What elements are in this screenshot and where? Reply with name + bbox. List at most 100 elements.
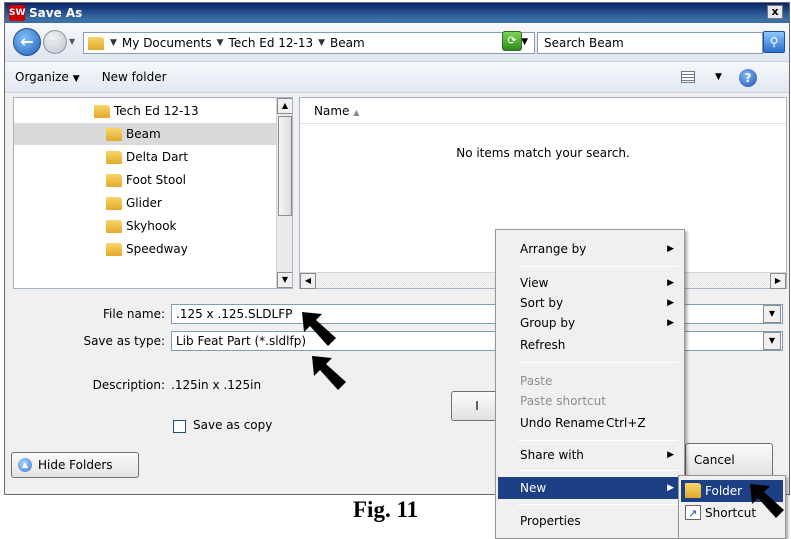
menu-item-label: New xyxy=(520,481,547,495)
chevron-right-icon[interactable]: ▼ xyxy=(217,38,224,48)
tree-item-beam[interactable]: Beam xyxy=(14,123,276,145)
shortcut-icon xyxy=(685,503,701,525)
menu-item-label: Paste xyxy=(520,374,553,388)
recent-pages-dropdown-icon[interactable]: ▼ xyxy=(69,37,75,46)
folder-icon xyxy=(685,483,701,498)
menu-item-label: Undo Rename xyxy=(520,416,605,430)
folder-icon xyxy=(106,242,122,256)
refresh-button[interactable]: ⟳ xyxy=(502,31,522,51)
hide-folders-label: Hide Folders xyxy=(38,458,113,472)
cropped-text-fragment xyxy=(60,0,400,2)
menu-item-view[interactable]: View ▶ xyxy=(498,272,682,294)
tree-item-delta-dart[interactable]: Delta Dart xyxy=(106,146,188,168)
new-folder-button[interactable]: New folder xyxy=(102,70,167,84)
save-button-label: I xyxy=(475,399,479,413)
description-value: .125in x .125in xyxy=(171,378,262,392)
search-input[interactable]: Search Beam xyxy=(537,32,763,54)
tree-item-label: Delta Dart xyxy=(126,150,189,164)
scroll-thumb[interactable] xyxy=(278,116,292,216)
command-bar: Organize ▼ New folder ▼ ? xyxy=(5,61,789,93)
submenu-arrow-icon: ▶ xyxy=(667,244,674,254)
menu-item-label: Arrange by xyxy=(520,242,587,256)
search-icon[interactable]: ⚲ xyxy=(763,31,785,53)
chevron-right-icon[interactable]: ▼ xyxy=(318,38,325,48)
annotation-arrow-icon xyxy=(312,356,346,390)
save-as-type-select[interactable]: Lib Feat Part (*.sldlfp) xyxy=(171,331,783,351)
cancel-label: Cancel xyxy=(694,453,735,467)
menu-separator xyxy=(518,504,678,505)
scroll-down-icon[interactable]: ▼ xyxy=(277,272,292,288)
annotation-arrow-icon xyxy=(750,484,784,518)
breadcrumb-my-documents[interactable]: My Documents xyxy=(122,36,212,50)
view-dropdown-icon[interactable]: ▼ xyxy=(715,72,722,82)
menu-item-group-by[interactable]: Group by ▶ xyxy=(498,312,682,334)
address-bar[interactable]: ▼ My Documents ▼ Tech Ed 12-13 ▼ Beam ▼ xyxy=(83,32,535,54)
close-button[interactable]: x xyxy=(767,5,783,19)
chevron-right-icon[interactable]: ▼ xyxy=(110,38,117,48)
menu-item-share-with[interactable]: Share with ▶ xyxy=(498,444,682,466)
menu-item-refresh[interactable]: Refresh xyxy=(498,334,682,356)
menu-separator xyxy=(518,470,678,471)
menu-item-properties[interactable]: Properties xyxy=(498,510,682,532)
title-bar[interactable]: SW Save As x xyxy=(5,3,789,23)
column-header-name[interactable]: Name ▲ xyxy=(300,98,786,124)
help-icon[interactable]: ? xyxy=(739,69,757,87)
folder-icon xyxy=(106,219,122,233)
menu-item-paste: Paste xyxy=(498,370,682,392)
menu-item-new[interactable]: New ▶ xyxy=(498,477,682,499)
tree-item-label: Glider xyxy=(126,196,162,210)
menu-item-paste-shortcut: Paste shortcut xyxy=(498,390,682,412)
address-dropdown-icon[interactable]: ▼ xyxy=(521,37,528,47)
save-as-copy-checkbox[interactable] xyxy=(173,420,186,433)
folder-icon xyxy=(88,36,104,50)
solidworks-icon: SW xyxy=(9,5,25,21)
address-row: ← → ▼ ▼ My Documents ▼ Tech Ed 12-13 ▼ B… xyxy=(5,23,789,61)
tree-item-tech-ed[interactable]: Tech Ed 12-13 xyxy=(94,100,199,122)
scroll-right-icon[interactable]: ▶ xyxy=(770,273,786,289)
tree-item-skyhook[interactable]: Skyhook xyxy=(106,215,176,237)
menu-item-arrange-by[interactable]: Arrange by ▶ xyxy=(498,238,682,260)
folder-icon xyxy=(106,150,122,164)
save-as-type-dropdown-icon[interactable]: ▼ xyxy=(763,332,781,350)
figure-caption: Fig. 11 xyxy=(353,497,419,522)
cancel-button[interactable]: Cancel xyxy=(685,443,773,477)
organize-button[interactable]: Organize ▼ xyxy=(15,70,80,84)
menu-item-label: View xyxy=(520,276,549,290)
tree-item-glider[interactable]: Glider xyxy=(106,192,162,214)
menu-item-undo-rename[interactable]: Undo Rename Ctrl+Z xyxy=(498,412,682,434)
menu-item-sort-by[interactable]: Sort by ▶ xyxy=(498,292,682,314)
back-button[interactable]: ← xyxy=(13,28,41,56)
hide-folders-button[interactable]: ▲ Hide Folders xyxy=(11,452,139,478)
tree-item-label: Speedway xyxy=(126,242,188,256)
file-name-dropdown-icon[interactable]: ▼ xyxy=(763,305,781,323)
annotation-arrow-icon xyxy=(302,312,336,346)
tree-item-foot-stool[interactable]: Foot Stool xyxy=(106,169,186,191)
view-options-icon[interactable] xyxy=(681,71,695,83)
breadcrumb-beam[interactable]: Beam xyxy=(330,36,365,50)
tree-item-speedway[interactable]: Speedway xyxy=(106,238,188,260)
save-as-type-label: Save as type: xyxy=(83,334,165,348)
context-menu: Arrange by ▶ View ▶ Sort by ▶ Group by ▶ Ref… xyxy=(495,229,685,539)
chevron-down-icon: ▼ xyxy=(72,74,80,84)
submenu-arrow-icon: ▶ xyxy=(667,278,674,288)
file-name-input[interactable]: .125 x .125.SLDLFP xyxy=(171,304,783,324)
chevron-up-icon: ▲ xyxy=(18,458,32,472)
menu-separator xyxy=(518,266,678,267)
menu-item-label: Group by xyxy=(520,316,576,330)
tree-item-label: Skyhook xyxy=(126,219,177,233)
tree-item-label: Foot Stool xyxy=(126,173,187,187)
folder-icon xyxy=(94,104,110,118)
description-label: Description: xyxy=(92,378,165,392)
folder-icon xyxy=(106,127,122,141)
menu-separator xyxy=(518,362,678,363)
scroll-up-icon[interactable]: ▲ xyxy=(277,98,292,114)
menu-item-label: Refresh xyxy=(520,338,566,352)
menu-item-label: Sort by xyxy=(520,296,564,310)
empty-message: No items match your search. xyxy=(456,146,630,160)
menu-item-shortcut: Ctrl+Z xyxy=(606,416,646,430)
submenu-arrow-icon: ▶ xyxy=(667,483,674,493)
tree-scrollbar[interactable]: ▲ ▼ xyxy=(276,98,292,288)
breadcrumb-tech-ed[interactable]: Tech Ed 12-13 xyxy=(229,36,314,50)
scroll-left-icon[interactable]: ◀ xyxy=(300,273,316,289)
forward-button[interactable]: → xyxy=(43,30,67,54)
